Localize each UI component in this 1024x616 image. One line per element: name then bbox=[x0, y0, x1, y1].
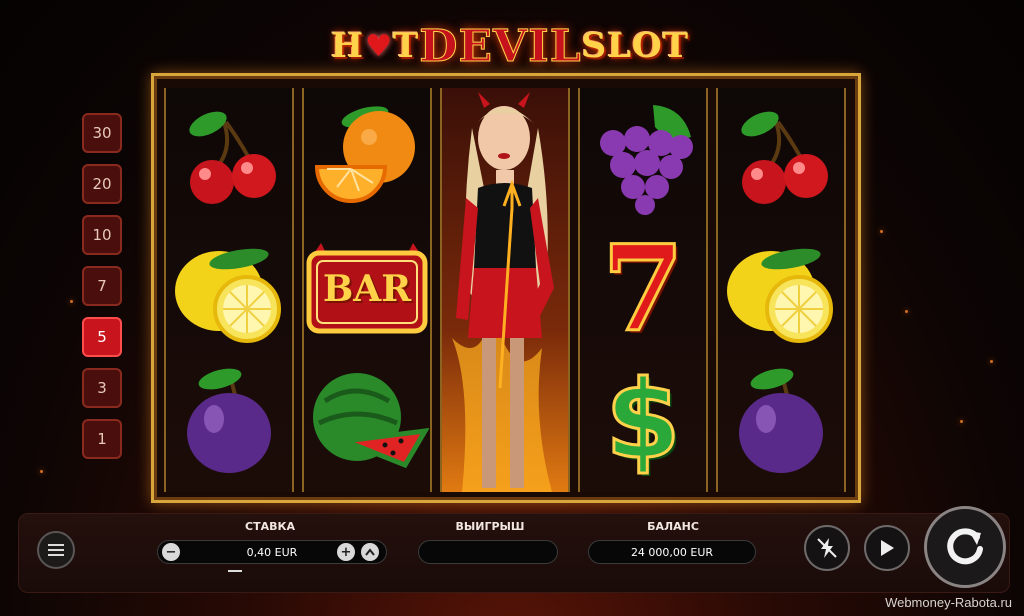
ember-spark bbox=[990, 360, 993, 363]
lemon-symbol bbox=[166, 224, 292, 354]
seven-symbol-text: 7 bbox=[600, 219, 685, 358]
reel-5 bbox=[716, 88, 846, 492]
dollar-symbol: $ bbox=[580, 356, 706, 486]
reel-2: BAR bbox=[302, 88, 432, 492]
devil-girl-symbol bbox=[442, 88, 568, 492]
bet-decrease-button[interactable]: − bbox=[162, 543, 180, 561]
bet-ladder-3[interactable]: 3 bbox=[82, 368, 122, 408]
bet-value: 0,40 EUR bbox=[246, 545, 298, 559]
grapes-symbol bbox=[580, 92, 706, 222]
plum-symbol bbox=[718, 356, 844, 486]
dollar-symbol-text: $ bbox=[604, 358, 682, 483]
bet-ladder-30[interactable]: 30 bbox=[82, 113, 122, 153]
watermelon-symbol bbox=[304, 356, 430, 486]
bet-ladder-10[interactable]: 10 bbox=[82, 215, 122, 255]
reel-1 bbox=[164, 88, 294, 492]
cherry-symbol bbox=[166, 92, 292, 222]
bet-increase-button[interactable]: + bbox=[337, 543, 355, 561]
orange-symbol bbox=[304, 92, 430, 222]
turbo-button[interactable] bbox=[804, 525, 850, 571]
bet-indicator-line bbox=[228, 570, 242, 572]
ember-spark bbox=[880, 230, 883, 233]
win-value-field bbox=[418, 540, 558, 564]
bet-ladder-20[interactable]: 20 bbox=[82, 164, 122, 204]
ember-spark bbox=[40, 470, 43, 473]
autoplay-button[interactable] bbox=[864, 525, 910, 571]
play-icon bbox=[881, 540, 894, 556]
bet-ladder: 30 20 10 7 5 3 1 bbox=[82, 113, 126, 470]
logo-devil-word: DEVIL bbox=[419, 20, 582, 72]
win-label: ВЫИГРЫШ bbox=[455, 520, 525, 533]
spin-arrow-icon bbox=[947, 528, 983, 565]
cherry-symbol bbox=[718, 92, 844, 222]
reel-3 bbox=[440, 88, 570, 492]
ember-spark bbox=[905, 310, 908, 313]
reel-4: 7 $ bbox=[578, 88, 708, 492]
logo-letter-t: T bbox=[392, 26, 420, 66]
bar-symbol-text: BAR bbox=[322, 268, 412, 310]
bet-ladder-7[interactable]: 7 bbox=[82, 266, 122, 306]
balance-value-field: 24 000,00 EUR bbox=[588, 540, 756, 564]
logo-letter-h: H bbox=[330, 26, 365, 66]
spin-button[interactable] bbox=[924, 506, 1006, 588]
hamburger-menu-icon bbox=[48, 544, 64, 556]
seven-symbol: 7 bbox=[580, 224, 706, 354]
bet-ladder-5[interactable]: 5 bbox=[82, 317, 122, 357]
ember-spark bbox=[70, 300, 73, 303]
menu-button[interactable] bbox=[37, 531, 75, 569]
balance-label: БАЛАНС bbox=[647, 520, 699, 533]
ember-spark bbox=[960, 420, 963, 423]
balance-value: 24 000,00 EUR bbox=[630, 545, 714, 559]
logo-heart-icon: ♥ bbox=[365, 28, 392, 64]
lemon-symbol bbox=[718, 224, 844, 354]
game-logo: H ♥ T DEVIL SLOT bbox=[331, 14, 688, 78]
bar-symbol: BAR bbox=[304, 224, 430, 354]
bet-ladder-1[interactable]: 1 bbox=[82, 419, 122, 459]
logo-slot-word: SLOT bbox=[581, 26, 690, 66]
chevron-up-icon bbox=[365, 548, 375, 556]
bet-label: СТАВКА bbox=[245, 520, 295, 533]
bet-expand-button[interactable] bbox=[361, 543, 379, 561]
watermark-text: Webmoney-Rabota.ru bbox=[885, 595, 1012, 610]
lightning-icon bbox=[817, 538, 837, 558]
reels-frame: BAR 7 $ bbox=[151, 73, 861, 503]
plum-symbol bbox=[166, 356, 292, 486]
